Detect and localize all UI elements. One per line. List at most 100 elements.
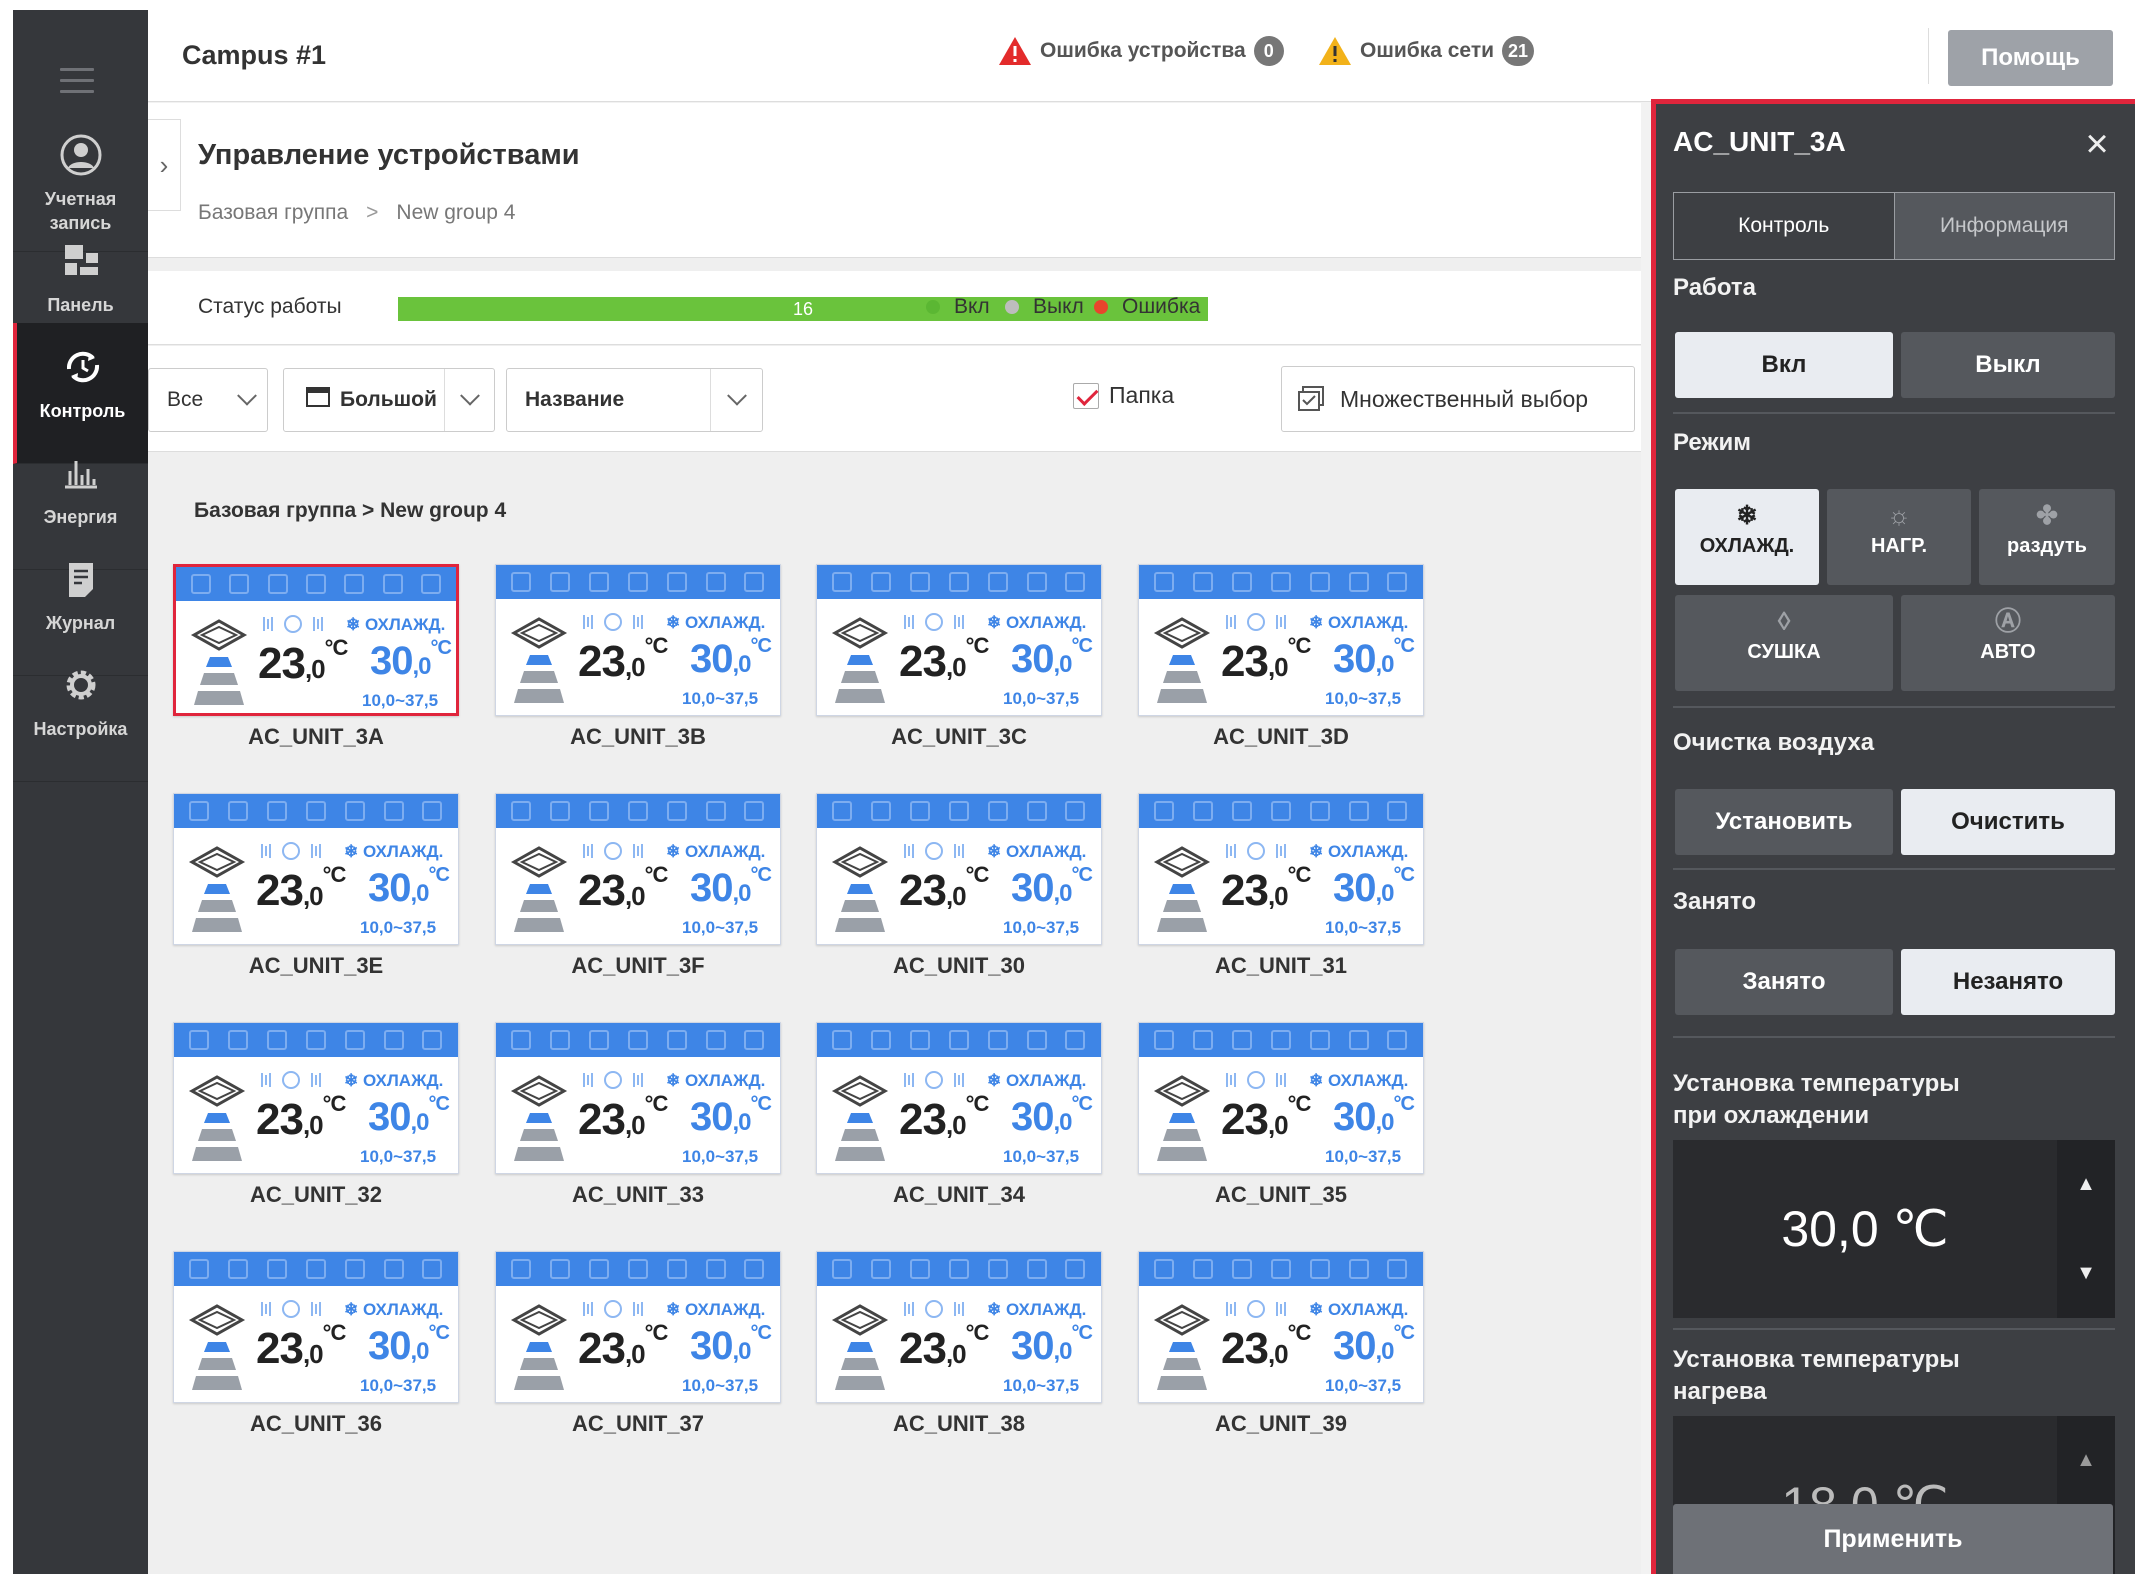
current-temp-dec: ,0 [624, 1339, 646, 1369]
unit-card[interactable]: 23,0°C ❄ ОХЛАЖД. 30,0°C 10,0~37,5 [495, 564, 781, 716]
device-error-indicator[interactable]: Ошибка устройства 0 [998, 36, 1284, 66]
unit-tile[interactable]: 23,0°C ❄ ОХЛАЖД. 30,0°C 10,0~37,5 AC_UNIT_35 [1138, 1022, 1428, 1212]
set-temp-dec: ,0 [1375, 880, 1395, 907]
mode-dry-button[interactable]: ◊ СУШКА [1675, 595, 1893, 691]
unit-tile[interactable]: 23,0°C ❄ ОХЛАЖД. 30,0°C 10,0~37,5 AC_UNIT_39 [1138, 1251, 1428, 1441]
unit-status-icons [496, 1023, 780, 1057]
multi-select-button[interactable]: Множественный выбор [1281, 366, 1635, 432]
unit-tile[interactable]: 23,0°C ❄ ОХЛАЖД. 30,0°C 10,0~37,5 AC_UNIT_3B [495, 564, 785, 754]
cleaning-icon [744, 801, 765, 821]
snowflake-icon: ❄ [1309, 613, 1328, 632]
size-select[interactable]: Большой [283, 368, 495, 432]
unit-tile[interactable]: 23,0°C ❄ ОХЛАЖД. 30,0°C 10,0~37,5 AC_UNIT_37 [495, 1251, 785, 1441]
snowflake-icon: ❄ [666, 1300, 685, 1319]
mode-fan-button[interactable]: ✤ раздуть [1979, 489, 2115, 585]
set-temp-dec: ,0 [732, 1338, 752, 1365]
set-temp-unit: °C [1071, 1322, 1093, 1344]
apply-button[interactable]: Применить [1673, 1504, 2113, 1574]
current-temp-dec: ,0 [1267, 1110, 1289, 1140]
breadcrumb-item[interactable]: New group 4 [396, 201, 515, 224]
unit-tile[interactable]: 23,0°C ❄ ОХЛАЖД. 30,0°C 10,0~37,5 AC_UNIT_34 [816, 1022, 1106, 1212]
power-off-button[interactable]: Выкл [1901, 332, 2115, 398]
menu-icon[interactable] [60, 68, 94, 94]
unit-name: AC_UNIT_3E [248, 953, 384, 978]
current-temp-int: 23 [256, 1095, 304, 1144]
unit-tile[interactable]: 23,0°C ❄ ОХЛАЖД. 30,0°C 10,0~37,5 AC_UNIT_3F [495, 793, 785, 983]
nav-control-label: Контроль [39, 401, 126, 421]
unit-card[interactable]: 23,0°C ❄ ОХЛАЖД. 30,0°C 10,0~37,5 [173, 1022, 459, 1174]
tab-information[interactable]: Информация [1894, 193, 2114, 259]
cassette-unit-icon [510, 617, 568, 703]
air-clean-clear-button[interactable]: Очистить [1901, 789, 2115, 855]
chevron-down-icon [227, 385, 267, 407]
triangle-up-icon[interactable]: ▲ [2057, 1140, 2115, 1229]
breadcrumb-item[interactable]: Базовая группа [198, 201, 348, 224]
network-error-indicator[interactable]: Ошибка сети 21 [1318, 36, 1535, 66]
snowflake-icon: ❄ [344, 1071, 363, 1090]
unit-card[interactable]: 23,0°C ❄ ОХЛАЖД. 30,0°C 10,0~37,5 [495, 1022, 781, 1174]
grid-icon [987, 1030, 1008, 1050]
unit-mode: ❄ ОХЛАЖД. [344, 1300, 443, 1320]
unit-card[interactable]: 23,0°C ❄ ОХЛАЖД. 30,0°C 10,0~37,5 [816, 564, 1102, 716]
cleaning-icon [422, 1259, 443, 1279]
unit-card[interactable]: 23,0°C ❄ ОХЛАЖД. 30,0°C 10,0~37,5 [173, 1251, 459, 1403]
help-button[interactable]: Помощь [1948, 30, 2113, 86]
unit-card[interactable]: 23,0°C ❄ ОХЛАЖД. 30,0°C 10,0~37,5 [816, 1022, 1102, 1174]
unit-card[interactable]: 23,0°C ❄ ОХЛАЖД. 30,0°C 10,0~37,5 [495, 793, 781, 945]
power-on-button[interactable]: Вкл [1675, 332, 1893, 398]
fan-speed-icon [1226, 842, 1286, 860]
cleaning-icon [744, 1259, 765, 1279]
unit-card[interactable]: 23,0°C ❄ ОХЛАЖД. 30,0°C 10,0~37,5 [1138, 793, 1424, 945]
unoccupied-button[interactable]: Незанято [1901, 949, 2115, 1015]
current-temp-unit: °C [644, 1091, 669, 1116]
unit-tile[interactable]: 23,0°C ❄ ОХЛАЖД. 30,0°C 10,0~37,5 AC_UNIT_36 [173, 1251, 463, 1441]
unit-tile[interactable]: 23,0°C ❄ ОХЛАЖД. 30,0°C 10,0~37,5 AC_UNIT_3E [173, 793, 463, 983]
unit-card[interactable]: 23,0°C ❄ ОХЛАЖД. 30,0°C 10,0~37,5 [1138, 564, 1424, 716]
mode-heat-button[interactable]: ☼ НАГР. [1827, 489, 1971, 585]
mode-auto-button[interactable]: Ⓐ АВТО [1901, 595, 2115, 691]
tab-control[interactable]: Контроль [1674, 193, 1895, 259]
unit-mode-label: ОХЛАЖД. [1005, 1071, 1087, 1090]
set-temp: 30,0°C [1011, 1322, 1093, 1369]
set-temp-int: 30 [1011, 1324, 1054, 1368]
mode-cool-button[interactable]: ❄ ОХЛАЖД. [1675, 489, 1819, 585]
triangle-up-icon[interactable]: ▲ [2057, 1416, 2115, 1505]
occupied-button[interactable]: Занято [1675, 949, 1893, 1015]
air-clean-set-button[interactable]: Установить [1675, 789, 1893, 855]
sort-select[interactable]: Название [506, 368, 763, 432]
unit-card[interactable]: 23,0°C ❄ ОХЛАЖД. 30,0°C 10,0~37,5 [495, 1251, 781, 1403]
unit-tile[interactable]: 23,0°C ❄ ОХЛАЖД. 30,0°C 10,0~37,5 AC_UNIT_38 [816, 1251, 1106, 1441]
unit-tile[interactable]: 23,0°C ❄ ОХЛАЖД. 30,0°C 10,0~37,5 AC_UNIT_32 [173, 1022, 463, 1212]
unit-tile[interactable]: 23,0°C ❄ ОХЛАЖД. 30,0°C 10,0~37,5 AC_UNIT_3A [173, 564, 463, 754]
current-temp-int: 23 [899, 637, 947, 686]
unit-card[interactable]: 23,0°C ❄ ОХЛАЖД. 30,0°C 10,0~37,5 [1138, 1022, 1424, 1174]
network-error-label: Ошибка сети [1360, 39, 1495, 62]
unit-tile[interactable]: 23,0°C ❄ ОХЛАЖД. 30,0°C 10,0~37,5 AC_UNIT_3C [816, 564, 1106, 754]
set-temp: 30,0°C [690, 635, 772, 682]
temp-range: 10,0~37,5 [1325, 918, 1402, 937]
snowflake-icon: ❄ [987, 1300, 1006, 1319]
mode-section-label: Режим [1673, 429, 1751, 456]
unit-card[interactable]: 23,0°C ❄ ОХЛАЖД. 30,0°C 10,0~37,5 [1138, 1251, 1424, 1403]
triangle-down-icon[interactable]: ▼ [2057, 1229, 2115, 1318]
unit-name: AC_UNIT_37 [571, 1411, 705, 1436]
signal-icon [1270, 1030, 1291, 1050]
filter-select[interactable]: Все [148, 368, 268, 432]
folder-checkbox[interactable]: Папка [1073, 382, 1174, 409]
unit-tile[interactable]: 23,0°C ❄ ОХЛАЖД. 30,0°C 10,0~37,5 AC_UNIT_31 [1138, 793, 1428, 983]
unit-card[interactable]: 23,0°C ❄ ОХЛАЖД. 30,0°C 10,0~37,5 [173, 564, 459, 716]
set-temp-unit: °C [1393, 635, 1415, 657]
unit-tile[interactable]: 23,0°C ❄ ОХЛАЖД. 30,0°C 10,0~37,5 AC_UNIT_33 [495, 1022, 785, 1212]
breadcrumb-separator-icon: > [366, 201, 379, 224]
close-icon[interactable]: × [2077, 124, 2117, 164]
unit-tile[interactable]: 23,0°C ❄ ОХЛАЖД. 30,0°C 10,0~37,5 AC_UNIT_30 [816, 793, 1106, 983]
unit-card[interactable]: 23,0°C ❄ ОХЛАЖД. 30,0°C 10,0~37,5 [816, 793, 1102, 945]
nav-settings[interactable]: Настройка [13, 641, 148, 782]
unit-card[interactable]: 23,0°C ❄ ОХЛАЖД. 30,0°C 10,0~37,5 [816, 1251, 1102, 1403]
signal-icon [305, 1259, 326, 1279]
lock-icon [1154, 801, 1175, 821]
unit-card[interactable]: 23,0°C ❄ ОХЛАЖД. 30,0°C 10,0~37,5 [173, 793, 459, 945]
collapse-toggle-chevron-icon[interactable]: › [148, 119, 181, 211]
unit-tile[interactable]: 23,0°C ❄ ОХЛАЖД. 30,0°C 10,0~37,5 AC_UNIT_3D [1138, 564, 1428, 754]
current-temp-unit: °C [1287, 1091, 1312, 1116]
